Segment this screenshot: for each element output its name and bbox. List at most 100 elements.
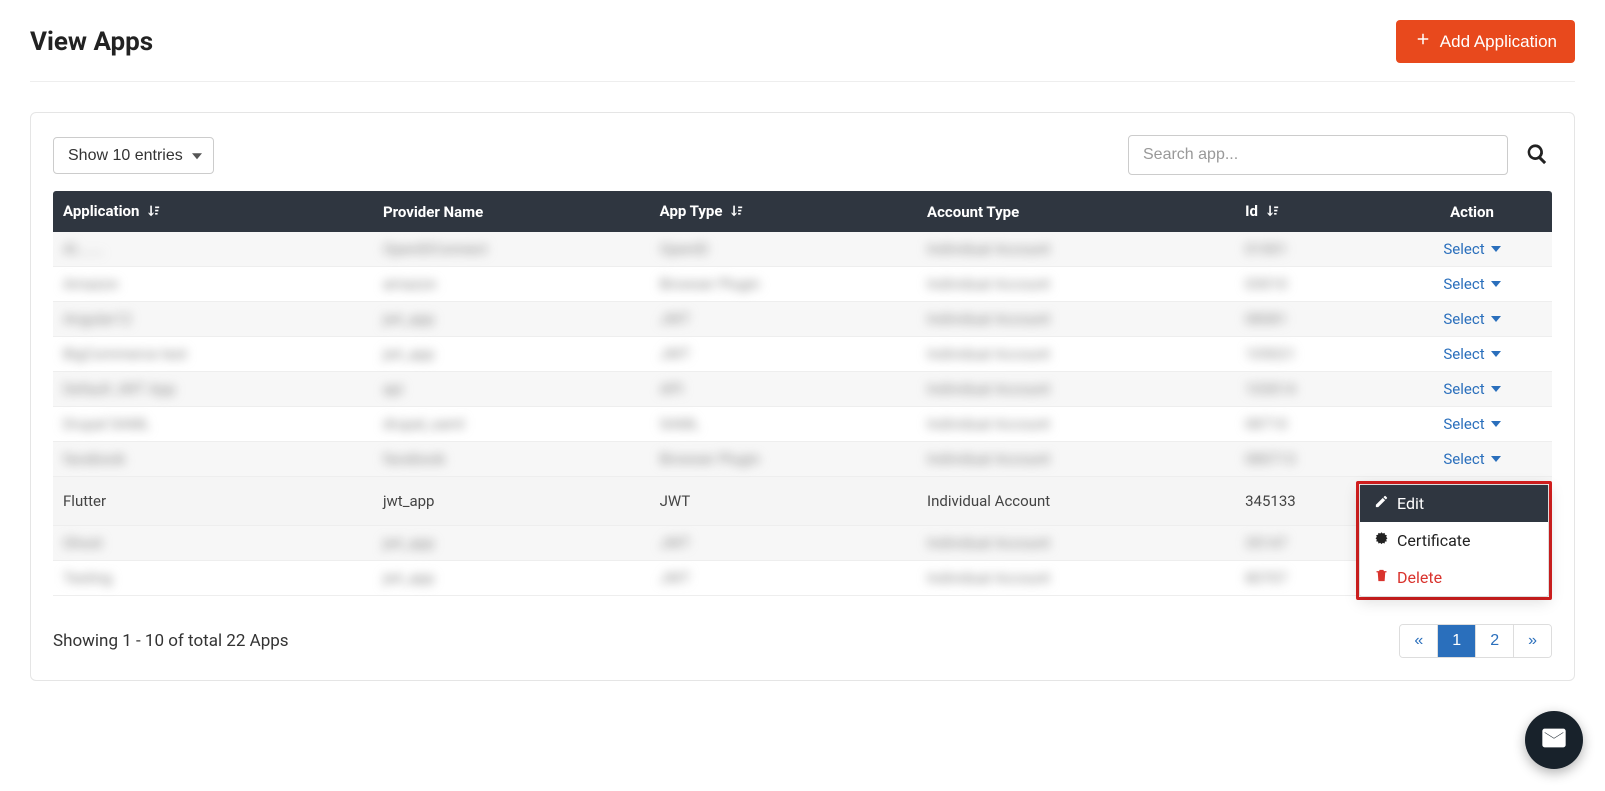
cell-provider: jwt_app: [373, 477, 650, 526]
cell-provider: amazon: [373, 267, 650, 302]
table-row-flutter: Flutterjwt_appJWTIndividual Account34513…: [53, 477, 1552, 526]
add-application-label: Add Application: [1440, 32, 1557, 52]
edit-icon: [1374, 494, 1389, 513]
cell-apptype: JWT: [650, 302, 917, 337]
entries-select[interactable]: Show 10 entries: [53, 137, 214, 174]
cell-apptype: API: [650, 372, 917, 407]
action-dropdown: Edit Certificate Delete: [1359, 484, 1549, 597]
cell-app: Drupal SAML: [53, 407, 373, 442]
cell-apptype: OpenID: [650, 232, 917, 267]
cell-action: Select: [1392, 267, 1552, 302]
cell-apptype: JWT: [650, 477, 917, 526]
cell-action: Select: [1392, 442, 1552, 477]
dropdown-edit[interactable]: Edit: [1360, 485, 1548, 522]
cell-id: 08710: [1235, 407, 1392, 442]
sort-icon: [147, 203, 160, 221]
pagination: « 1 2 »: [1399, 624, 1552, 658]
apps-card: Show 10 entries Application: [30, 112, 1575, 681]
caret-down-icon: [1491, 421, 1501, 427]
cell-id: 103014: [1235, 372, 1392, 407]
cell-apptype: Browser Plugin: [650, 267, 917, 302]
cell-accounttype: Individual Account: [917, 442, 1235, 477]
page-title: View Apps: [30, 27, 153, 57]
cell-provider: jwt_app: [373, 526, 650, 561]
sort-icon: [1266, 203, 1279, 221]
cell-provider: jwt_app: [373, 302, 650, 337]
cell-apptype: JWT: [650, 561, 917, 596]
cell-app: Al.......: [53, 232, 373, 267]
select-action[interactable]: Select: [1443, 310, 1500, 328]
cell-id: 080713: [1235, 442, 1392, 477]
table-row: Testingjwt_appJWTIndividual Account80707…: [53, 561, 1552, 596]
cell-provider: jwt_app: [373, 561, 650, 596]
dropdown-certificate[interactable]: Certificate: [1360, 522, 1548, 559]
search-icon: [1526, 153, 1548, 168]
page-2[interactable]: 2: [1476, 625, 1514, 657]
table-row: Drupal SAMLdrupal_samlSAMLIndividual Acc…: [53, 407, 1552, 442]
col-id[interactable]: Id: [1235, 191, 1392, 232]
col-application[interactable]: Application: [53, 191, 373, 232]
caret-down-icon: [1491, 281, 1501, 287]
select-action[interactable]: Select: [1443, 275, 1500, 293]
cell-provider: OpenIDConnect: [373, 232, 650, 267]
select-action[interactable]: Select: [1443, 415, 1500, 433]
table-row: BigCommerce testjwt_appJWTIndividual Acc…: [53, 337, 1552, 372]
cell-action: Select: [1392, 302, 1552, 337]
certificate-icon: [1374, 531, 1389, 550]
caret-down-icon: [1491, 246, 1501, 252]
cell-id: 03010: [1235, 267, 1392, 302]
cell-accounttype: Individual Account: [917, 561, 1235, 596]
cell-app: Default JWT App: [53, 372, 373, 407]
cell-accounttype: Individual Account: [917, 372, 1235, 407]
cell-provider: drupal_saml: [373, 407, 650, 442]
cell-app: Amazon: [53, 267, 373, 302]
cell-action: Select: [1392, 372, 1552, 407]
caret-down-icon: [1491, 316, 1501, 322]
page-next[interactable]: »: [1514, 625, 1551, 657]
select-action[interactable]: Select: [1443, 380, 1500, 398]
cell-accounttype: Individual Account: [917, 302, 1235, 337]
cell-apptype: JWT: [650, 337, 917, 372]
chat-fab[interactable]: [1525, 711, 1583, 769]
cell-app: BigCommerce test: [53, 337, 373, 372]
cell-app: Angular12: [53, 302, 373, 337]
caret-down-icon: [1491, 386, 1501, 392]
plus-icon: [1414, 30, 1432, 53]
cell-accounttype: Individual Account: [917, 337, 1235, 372]
dropdown-delete-label: Delete: [1397, 568, 1442, 587]
table-row: Al.......OpenIDConnectOpenIDIndividual A…: [53, 232, 1552, 267]
cell-app: facebook: [53, 442, 373, 477]
caret-down-icon: [1491, 351, 1501, 357]
cell-app: Testing: [53, 561, 373, 596]
page-1[interactable]: 1: [1438, 625, 1476, 657]
table-row: Default JWT AppapiAPIIndividual Account1…: [53, 372, 1552, 407]
col-apptype[interactable]: App Type: [650, 191, 917, 232]
cell-apptype: SAML: [650, 407, 917, 442]
cell-accounttype: Individual Account: [917, 267, 1235, 302]
cell-provider: jwt_app: [373, 337, 650, 372]
add-application-button[interactable]: Add Application: [1396, 20, 1575, 63]
apps-table: Application Provider Name App Type Accou…: [53, 191, 1552, 596]
cell-provider: api: [373, 372, 650, 407]
cell-action: Select: [1392, 407, 1552, 442]
cell-accounttype: Individual Account: [917, 407, 1235, 442]
table-row: AmazonamazonBrowser PluginIndividual Acc…: [53, 267, 1552, 302]
select-action[interactable]: Select: [1443, 345, 1500, 363]
col-accounttype: Account Type: [917, 191, 1235, 232]
cell-id: 105021: [1235, 337, 1392, 372]
dropdown-certificate-label: Certificate: [1397, 531, 1471, 550]
col-provider: Provider Name: [373, 191, 650, 232]
col-action: Action: [1392, 191, 1552, 232]
search-input[interactable]: [1128, 135, 1508, 175]
dropdown-delete[interactable]: Delete: [1360, 559, 1548, 596]
mail-icon: [1540, 724, 1568, 756]
cell-action: Select: [1392, 232, 1552, 267]
search-button[interactable]: [1522, 139, 1552, 172]
select-action[interactable]: Select: [1443, 450, 1500, 468]
page-prev[interactable]: «: [1400, 625, 1438, 657]
cell-apptype: Browser Plugin: [650, 442, 917, 477]
sort-icon: [730, 203, 743, 221]
select-action[interactable]: Select: [1443, 240, 1500, 258]
showing-text: Showing 1 - 10 of total 22 Apps: [53, 631, 289, 651]
trash-icon: [1374, 568, 1389, 587]
